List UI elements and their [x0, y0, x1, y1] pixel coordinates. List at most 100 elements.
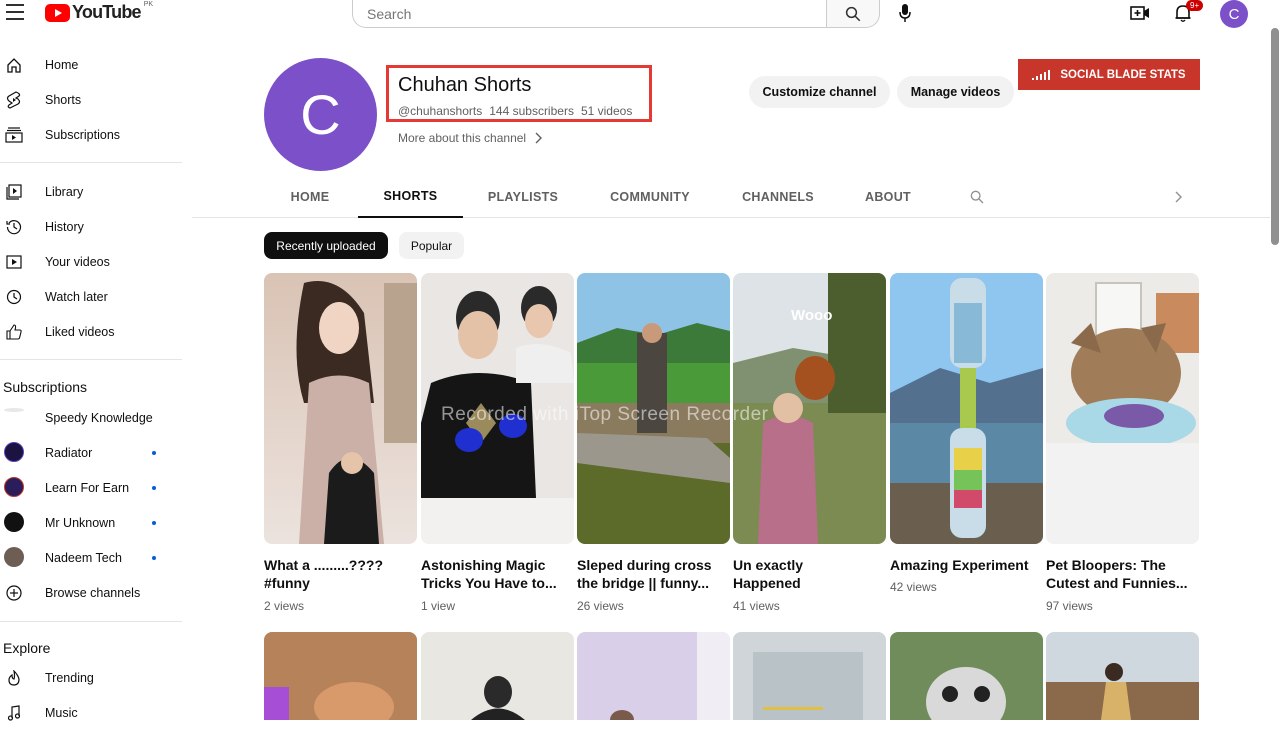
sidebar-item-subscriptions[interactable]: Subscriptions — [0, 117, 182, 152]
youtube-logo[interactable]: YouTube PK — [45, 1, 153, 23]
short-title[interactable]: Astonishing Magic Tricks You Have to... — [421, 556, 571, 592]
short-image — [890, 273, 1043, 544]
subscriptions-icon — [5, 126, 23, 144]
short-title[interactable]: What a .........???? #funny — [264, 556, 414, 592]
mic-icon[interactable] — [896, 3, 914, 23]
chip-popular[interactable]: Popular — [399, 232, 464, 259]
music-icon — [5, 704, 23, 722]
short-title-line: Cutest and Funnies... — [1046, 575, 1188, 591]
youtube-play-icon — [45, 3, 70, 22]
sidebar-label: History — [45, 219, 84, 234]
tab-home[interactable]: HOME — [270, 176, 350, 218]
channel-avatar-icon — [4, 442, 24, 462]
channel-meta: @chuhanshorts 144 subscribers 51 videos — [398, 104, 632, 118]
short-title-line: the bridge || funny... — [577, 575, 710, 591]
sidebar-item-library[interactable]: Library — [0, 174, 182, 209]
sidebar-item-liked-videos[interactable]: Liked videos — [0, 314, 182, 349]
sidebar-item-trending[interactable]: Trending — [0, 660, 182, 695]
tab-channels[interactable]: CHANNELS — [728, 176, 828, 218]
sidebar-browse-channels[interactable]: Browse channels — [0, 575, 182, 610]
sidebar-label: Your videos — [45, 254, 110, 269]
page-scrollbar[interactable] — [1271, 28, 1279, 245]
sidebar-item-music[interactable]: Music — [0, 695, 182, 730]
short-title[interactable]: Amazing Experiment — [890, 556, 1040, 574]
home-icon — [5, 56, 23, 74]
search-button[interactable] — [826, 0, 880, 28]
logo-text: YouTube — [72, 2, 142, 22]
short-title-line: Un exactly — [733, 557, 804, 573]
search-bar — [352, 0, 880, 28]
short-title-line: Amazing Experiment — [890, 557, 1029, 573]
sidebar-label: Trending — [45, 670, 94, 685]
short-image — [577, 273, 730, 544]
short-thumbnail[interactable] — [733, 632, 886, 720]
chip-recently-uploaded[interactable]: Recently uploaded — [264, 232, 388, 259]
customize-channel-button[interactable]: Customize channel — [749, 76, 890, 108]
short-thumbnail[interactable]: Wooo — [733, 273, 886, 544]
sidebar-sub-radiator[interactable]: Radiator — [0, 435, 182, 470]
channel-avatar-icon — [4, 547, 24, 567]
notification-badge: 9+ — [1186, 0, 1204, 11]
short-thumbnail[interactable] — [421, 632, 574, 720]
social-blade-stats-button[interactable]: SOCIAL BLADE STATS — [1018, 59, 1200, 90]
short-thumbnail[interactable] — [577, 273, 730, 544]
sidebar-label: Radiator — [45, 445, 93, 460]
library-icon — [5, 183, 23, 201]
short-title[interactable]: Pet Bloopers: The Cutest and Funnies... — [1046, 556, 1196, 592]
top-bar: YouTube PK 9+ C — [0, 0, 1280, 28]
search-icon — [970, 190, 984, 204]
sidebar-label: Liked videos — [45, 324, 115, 339]
subscriptions-heading: Subscriptions — [3, 379, 88, 395]
sidebar-item-watch-later[interactable]: Watch later — [0, 279, 182, 314]
sidebar-item-shorts[interactable]: Shorts — [0, 82, 182, 117]
create-video-icon[interactable] — [1130, 5, 1150, 21]
short-thumbnail[interactable] — [264, 273, 417, 544]
sidebar-sub-mr-unknown[interactable]: Mr Unknown — [0, 505, 182, 540]
search-icon — [845, 6, 861, 21]
tab-community[interactable]: COMMUNITY — [594, 176, 706, 218]
subscriber-count: 144 subscribers — [489, 104, 574, 118]
sidebar-sub-learn-for-earn[interactable]: Learn For Earn — [0, 470, 182, 505]
more-about-link[interactable]: More about this channel — [398, 131, 543, 145]
tab-about[interactable]: ABOUT — [848, 176, 928, 218]
short-thumbnail[interactable] — [264, 632, 417, 720]
video-count: 51 videos — [580, 104, 633, 118]
sidebar-label: Watch later — [45, 289, 108, 304]
channel-tabs: HOME SHORTS PLAYLISTS COMMUNITY CHANNELS… — [192, 176, 1270, 218]
account-avatar[interactable]: C — [1220, 0, 1248, 28]
short-thumbnail[interactable] — [577, 632, 730, 720]
short-thumbnail[interactable] — [890, 632, 1043, 720]
short-thumbnail[interactable] — [1046, 273, 1199, 544]
short-thumbnail[interactable] — [1046, 632, 1199, 720]
channel-name: Chuhan Shorts — [398, 74, 532, 96]
short-thumbnail[interactable] — [890, 273, 1043, 544]
tab-playlists[interactable]: PLAYLISTS — [472, 176, 574, 218]
sidebar-sub-nadeem-tech[interactable]: Nadeem Tech — [0, 540, 182, 575]
short-title-line: Sleped during cross — [577, 557, 712, 573]
short-title[interactable]: Sleped during cross the bridge || funny.… — [577, 556, 727, 592]
sidebar-label: Learn For Earn — [45, 480, 130, 495]
short-thumbnail[interactable] — [421, 273, 574, 544]
tabs-scroll-right[interactable] — [1167, 176, 1189, 218]
signal-bars-icon — [1032, 69, 1051, 80]
new-content-dot — [152, 486, 156, 490]
short-image — [264, 632, 417, 720]
sidebar-divider — [0, 162, 182, 163]
tab-shorts[interactable]: SHORTS — [358, 176, 463, 218]
search-input[interactable] — [352, 0, 826, 28]
menu-icon[interactable] — [6, 4, 24, 20]
sidebar-sub-speedy-knowledge[interactable]: Speedy Knowledge — [0, 400, 182, 435]
sidebar-item-home[interactable]: Home — [0, 47, 182, 82]
sidebar-label: Mr Unknown — [45, 515, 116, 530]
channel-avatar-icon — [4, 477, 24, 497]
liked-icon — [5, 323, 23, 341]
new-content-dot — [152, 556, 156, 560]
short-image — [733, 632, 886, 720]
short-title[interactable]: Un exactly Happened — [733, 556, 883, 592]
tab-search[interactable] — [962, 176, 992, 218]
short-image — [264, 273, 417, 544]
add-circle-icon — [5, 584, 23, 602]
sidebar-item-your-videos[interactable]: Your videos — [0, 244, 182, 279]
manage-videos-button[interactable]: Manage videos — [897, 76, 1014, 108]
sidebar-item-history[interactable]: History — [0, 209, 182, 244]
